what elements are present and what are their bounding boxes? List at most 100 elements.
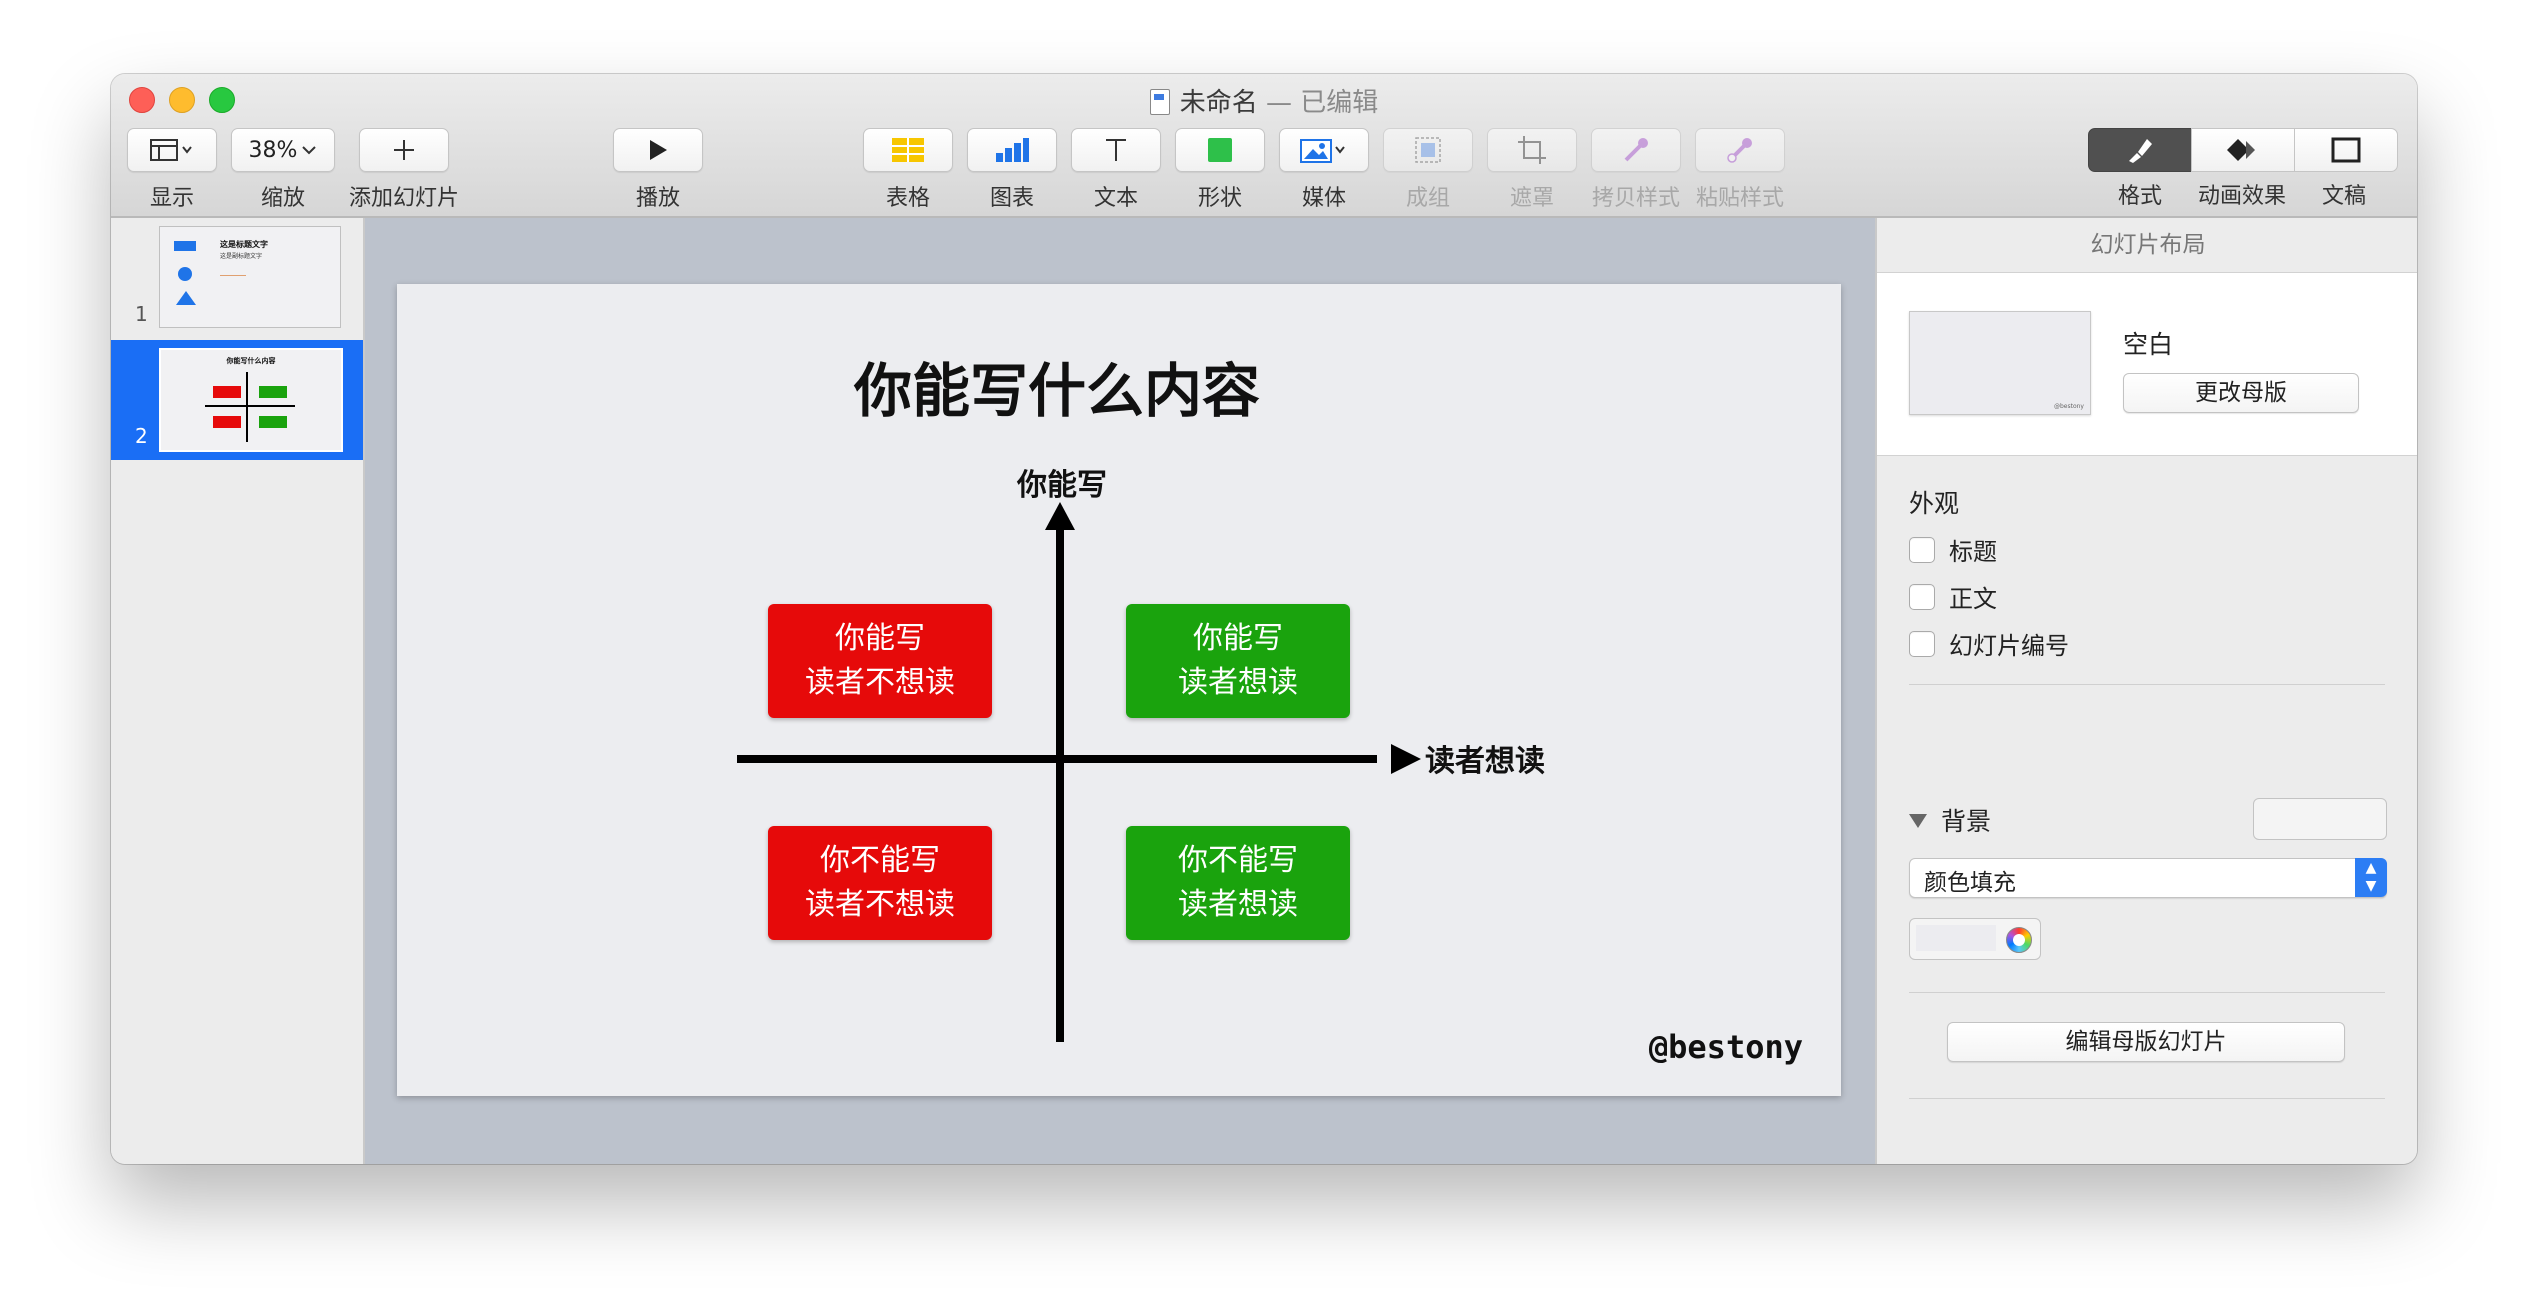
- mask-label: 遮罩: [1509, 186, 1554, 211]
- keynote-window: 未命名 — 已编辑 显示 38% 缩放 添加幻灯片 播放 表格 图表 文本 形状…: [111, 74, 2417, 1164]
- play-tool[interactable]: 播放: [613, 128, 703, 212]
- group-button[interactable]: [1383, 128, 1473, 172]
- format-tab[interactable]: [2088, 128, 2192, 172]
- text-button[interactable]: [1071, 128, 1161, 172]
- add-slide-tool[interactable]: 添加幻灯片: [345, 128, 463, 212]
- slide-number-1: 1: [135, 302, 148, 326]
- x-axis-label[interactable]: 读者想读: [1425, 736, 1545, 780]
- text-label: 文本: [1093, 186, 1138, 211]
- mask-button[interactable]: [1487, 128, 1577, 172]
- media-tool[interactable]: 媒体: [1279, 128, 1369, 212]
- y-axis-label[interactable]: 你能写: [997, 460, 1127, 504]
- document-icon: [2331, 137, 2361, 163]
- chart-tool[interactable]: 图表: [967, 128, 1057, 212]
- thumb-triangle: [176, 291, 196, 305]
- table-button[interactable]: [863, 128, 953, 172]
- slide-navigator: 这是标题文字 这是副标题文字 1 你能写什么内容 2: [111, 218, 365, 1164]
- animate-tab[interactable]: [2191, 128, 2295, 172]
- play-label: 播放: [635, 186, 680, 211]
- view-label: 显示: [149, 186, 194, 211]
- paste-style-button[interactable]: [1695, 128, 1785, 172]
- zoom-value: 38%: [248, 137, 298, 163]
- chart-label: 图表: [989, 186, 1034, 211]
- fill-color-swatch[interactable]: [1916, 925, 1996, 951]
- body-option[interactable]: 正文: [1909, 579, 1997, 614]
- quadrant-text: 读者想读: [1178, 887, 1298, 922]
- quadrant-text: 你不能写: [820, 843, 940, 878]
- x-axis-line[interactable]: [737, 755, 1377, 763]
- crop-icon: [1518, 136, 1546, 164]
- appearance-title: 外观: [1909, 489, 1960, 518]
- zoom-tool[interactable]: 38% 缩放: [231, 128, 335, 212]
- text-tool[interactable]: 文本: [1071, 128, 1161, 212]
- paste-style-tool[interactable]: 粘贴样式: [1695, 128, 1785, 212]
- quadrant-top-left[interactable]: 你能写 读者不想读: [768, 604, 992, 718]
- table-tool[interactable]: 表格: [863, 128, 953, 212]
- divider: [1909, 684, 2385, 685]
- inspector-tabs: [2088, 128, 2398, 172]
- inspector-tab-labels: 格式 动画效果 文稿: [2089, 178, 2395, 210]
- inspector-header: 幻灯片布局: [1877, 218, 2417, 273]
- slide-title[interactable]: 你能写什么内容: [847, 344, 1267, 428]
- view-button[interactable]: [127, 128, 217, 172]
- watermark[interactable]: @bestony: [1649, 1028, 1803, 1066]
- paste-style-label: 粘贴样式: [1695, 186, 1784, 211]
- window-title: 未命名 — 已编辑: [111, 82, 2417, 119]
- background-section-toggle[interactable]: 背景: [1909, 802, 1991, 838]
- play-button[interactable]: [613, 128, 703, 172]
- thumb-red-top: [213, 386, 241, 398]
- shape-icon: [1208, 138, 1232, 162]
- media-button[interactable]: [1279, 128, 1369, 172]
- slide-number-2: 2: [135, 424, 148, 448]
- color-wheel-icon[interactable]: [2006, 927, 2032, 953]
- zoom-dropdown[interactable]: 38%: [231, 128, 335, 172]
- table-icon: [892, 138, 924, 162]
- animate-diamond-icon: [2227, 139, 2255, 161]
- shape-button[interactable]: [1175, 128, 1265, 172]
- slide-thumbnail-1[interactable]: 这是标题文字 这是副标题文字 1: [111, 218, 363, 338]
- title-checkbox[interactable]: [1909, 536, 1935, 563]
- shape-tool[interactable]: 形状: [1175, 128, 1265, 212]
- thumb-h-axis: [205, 405, 295, 407]
- copy-style-tool[interactable]: 拷贝样式: [1591, 128, 1681, 212]
- title-option[interactable]: 标题: [1909, 532, 1997, 567]
- master-name: 空白: [2123, 330, 2174, 359]
- body-checkbox[interactable]: [1909, 583, 1935, 610]
- thumb-v-axis: [246, 372, 248, 442]
- fill-color-well[interactable]: [1909, 918, 2041, 960]
- slide-number-checkbox[interactable]: [1909, 630, 1935, 657]
- current-slide[interactable]: 你能写什么内容 你能写 读者想读 你能写 读者不想读 你能写 读者想读 你不能写…: [397, 284, 1841, 1096]
- thumb-2-title: 你能写什么内容: [226, 357, 276, 365]
- document-label: 文稿: [2321, 184, 2366, 209]
- mask-tool[interactable]: 遮罩: [1487, 128, 1577, 212]
- slide-number-option[interactable]: 幻灯片编号: [1909, 626, 2069, 661]
- add-slide-button[interactable]: [359, 128, 449, 172]
- thumb-1-subtitle: 这是副标题文字: [220, 253, 263, 260]
- eyedropper-icon: [1624, 138, 1648, 162]
- fill-type-select[interactable]: 颜色填充 ▲ ▼: [1909, 858, 2387, 898]
- thumb-red-bottom: [213, 416, 241, 428]
- chevron-down-icon: [302, 146, 317, 155]
- group-tool[interactable]: 成组: [1383, 128, 1473, 212]
- master-layout-section: 空白 更改母版: [1877, 273, 2417, 456]
- quadrant-bottom-left[interactable]: 你不能写 读者不想读: [768, 826, 992, 940]
- copy-style-button[interactable]: [1591, 128, 1681, 172]
- quadrant-bottom-right[interactable]: 你不能写 读者想读: [1126, 826, 1350, 940]
- disclosure-triangle-icon[interactable]: [1909, 814, 1927, 828]
- thumb-line: [220, 275, 246, 276]
- slide-thumbnail-2[interactable]: 你能写什么内容 2: [111, 340, 363, 460]
- slide-number-option-label: 幻灯片编号: [1949, 632, 2069, 660]
- copy-style-label: 拷贝样式: [1591, 186, 1680, 211]
- quadrant-top-right[interactable]: 你能写 读者想读: [1126, 604, 1350, 718]
- document-tab[interactable]: [2294, 128, 2398, 172]
- master-thumbnail[interactable]: [1909, 311, 2091, 415]
- text-icon: [1106, 139, 1126, 161]
- chart-button[interactable]: [967, 128, 1057, 172]
- toolbar: 未命名 — 已编辑 显示 38% 缩放 添加幻灯片 播放 表格 图表 文本 形状…: [111, 74, 2417, 218]
- background-color-preview[interactable]: [2253, 798, 2387, 840]
- edit-master-button[interactable]: 编辑母版幻灯片: [1947, 1022, 2345, 1062]
- view-tool[interactable]: 显示: [127, 128, 217, 212]
- y-axis-line[interactable]: [1056, 518, 1064, 1042]
- title-option-label: 标题: [1949, 538, 1997, 566]
- change-master-button[interactable]: 更改母版: [2123, 373, 2359, 413]
